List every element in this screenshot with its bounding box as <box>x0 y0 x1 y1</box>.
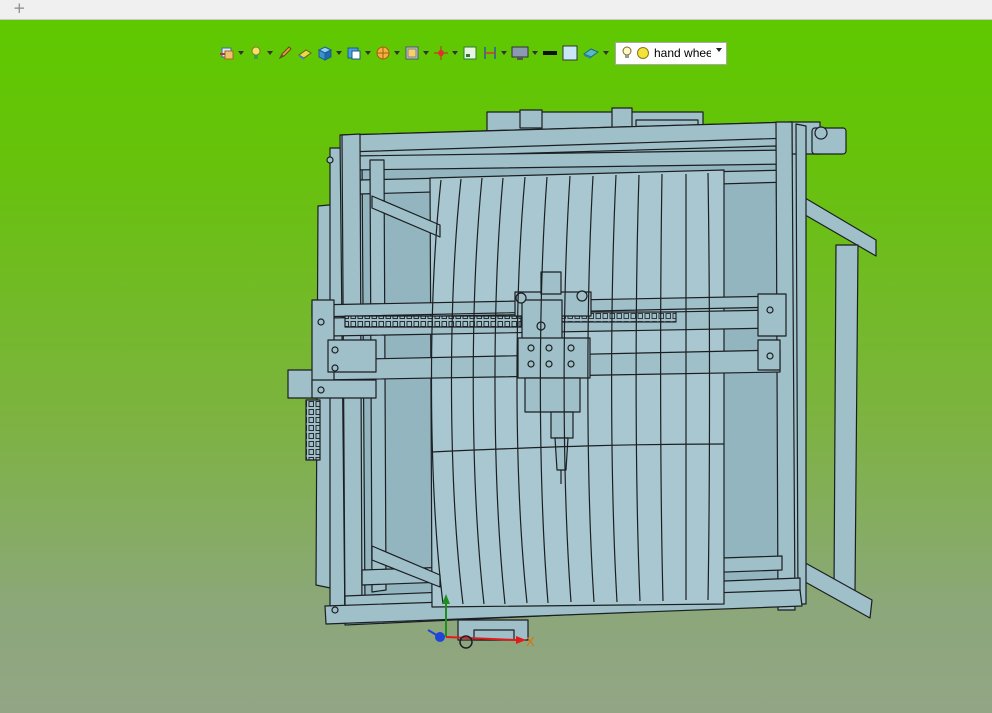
origin-dropdown-arrow[interactable] <box>452 51 458 55</box>
layer-icon <box>220 47 234 60</box>
section-dropdown-arrow[interactable] <box>394 51 400 55</box>
dimension-icon <box>484 47 496 59</box>
section-icon <box>376 46 390 60</box>
dimension-dropdown-arrow[interactable] <box>501 51 507 55</box>
lighting-button[interactable] <box>248 42 273 64</box>
display-mode-button[interactable] <box>404 42 429 64</box>
line-color-icon <box>543 51 557 55</box>
section-button[interactable] <box>375 42 400 64</box>
cnc-frame-model[interactable]: X <box>0 20 992 713</box>
dimension-button[interactable] <box>482 42 507 64</box>
layer-button[interactable] <box>219 42 244 64</box>
cube-icon <box>317 46 333 61</box>
triad-x-label: X <box>526 634 535 649</box>
bulb-icon <box>622 46 632 58</box>
lighting-dropdown-arrow[interactable] <box>267 51 273 55</box>
frame-icon <box>463 46 477 60</box>
sun-icon <box>637 47 649 59</box>
scene-combo[interactable]: hand whee <box>615 41 727 65</box>
view-cube-dropdown-arrow[interactable] <box>365 51 371 55</box>
display-mode-dropdown-arrow[interactable] <box>423 51 429 55</box>
scene-combo-value: hand whee <box>654 46 711 60</box>
eraser-icon <box>298 49 312 60</box>
monitor-dropdown-arrow[interactable] <box>532 51 538 55</box>
pencil-icon <box>278 46 292 60</box>
appearance-icon <box>582 48 600 59</box>
background-color-button[interactable] <box>562 42 578 64</box>
light-bulb-icon <box>251 46 261 59</box>
origin-button[interactable] <box>433 42 458 64</box>
tab-strip: + <box>0 0 992 20</box>
display-mode-icon <box>405 46 419 60</box>
3d-viewport[interactable]: X hand whee <box>0 20 992 713</box>
appearance-dropdown-arrow[interactable] <box>603 51 609 55</box>
frame-button[interactable] <box>462 42 478 64</box>
cube-button[interactable] <box>317 42 342 64</box>
new-tab-button[interactable]: + <box>13 0 26 17</box>
background-color-icon <box>562 45 578 61</box>
view-toolbar: hand whee <box>219 41 727 65</box>
view-cube-button[interactable] <box>346 42 371 64</box>
layer-dropdown-arrow[interactable] <box>238 51 244 55</box>
monitor-button[interactable] <box>511 42 538 64</box>
cube-dropdown-arrow[interactable] <box>336 51 342 55</box>
view-cube-icon <box>347 47 361 60</box>
origin-icon <box>434 46 448 60</box>
monitor-icon <box>511 46 529 60</box>
scene-combo-dropdown-arrow[interactable] <box>716 48 722 52</box>
appearance-button[interactable] <box>582 42 609 64</box>
line-color-button[interactable] <box>542 42 558 64</box>
eraser-button[interactable] <box>297 42 313 64</box>
pencil-button[interactable] <box>277 42 293 64</box>
